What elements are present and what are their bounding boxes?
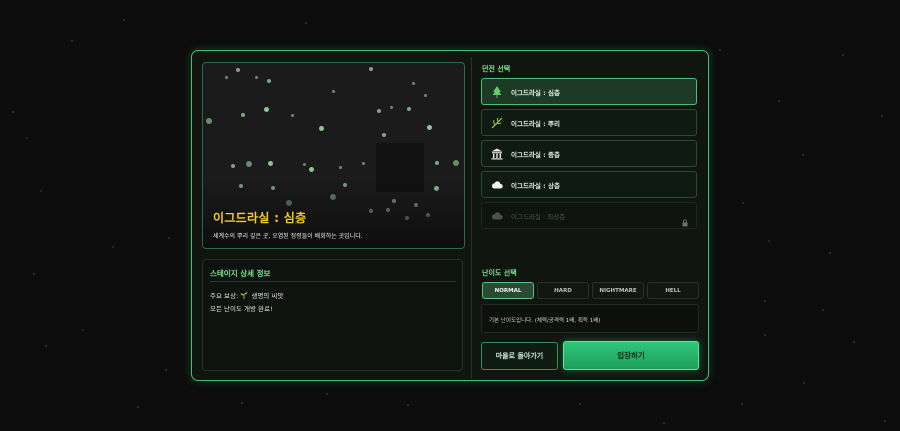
reward-line: 주요 보상: 생명의 씨앗 [210,290,283,301]
spore [241,113,245,117]
dungeon-item-label: 이그드라실 : 상층 [511,181,560,190]
difficulty-hard[interactable]: HARD [537,282,589,299]
difficulty-title: 난이도 선택 [482,269,517,277]
cloud-icon [491,179,503,191]
cloud-icon [491,210,503,222]
star [407,404,409,406]
dungeon-select-title: 던전 선택 [482,65,511,73]
star [741,403,743,405]
spore [224,75,228,79]
spore [302,162,306,166]
lock-icon [682,212,688,231]
spore [263,106,269,112]
star [778,100,780,102]
star [663,422,665,424]
reward-item: 생명의 씨앗 [251,292,284,300]
spore [236,68,240,72]
star [305,22,307,24]
spore [382,133,386,137]
star [742,202,744,204]
star [123,19,125,21]
enter-dungeon-button[interactable]: 입장하기 [563,341,699,370]
tree-icon [491,85,503,98]
spore [206,118,212,124]
spore [338,165,342,169]
star [71,40,73,42]
star [82,329,84,331]
dungeon-select-modal: 이그드라실 : 심층 세계수의 뿌리 깊은 곳, 오염된 정령들이 배회하는 곳… [191,50,709,381]
reward-label: 주요 보상: [210,292,239,300]
dungeon-item-upper[interactable]: 이그드라실 : 상층 [481,171,697,198]
spore [389,105,393,109]
star [803,382,805,384]
sprout-icon [240,291,249,301]
stage-note: 모든 난이도 개방 완료! [210,305,273,313]
spore [308,166,314,172]
star [26,137,28,139]
star [45,345,47,347]
spore [369,67,373,71]
spore [453,160,459,166]
star [853,341,855,343]
spore [290,113,294,117]
stage-detail-title: 스테이지 상세 정보 [210,269,271,278]
star [12,111,14,113]
spore [435,161,439,165]
spore [254,75,258,79]
spore [267,79,271,83]
dungeon-item-root[interactable]: 이그드라실 : 뿌리 [481,109,697,136]
spore [246,161,252,167]
stage-detail-separator [210,281,456,282]
difficulty-description: 기본 난이도입니다. (체력/공격력 1배, 획득 1배) [489,318,601,324]
star [822,309,824,311]
dungeon-item-label: 이그드라실 : 심층 [511,88,560,97]
star [829,252,831,254]
spore [361,161,365,165]
difficulty-description-box: 기본 난이도입니다. (체력/공격력 1배, 획득 1배) [481,304,699,333]
return-to-village-button[interactable]: 마을로 돌아가기 [481,342,558,370]
spore [231,164,235,168]
dungeon-item-label: 이그드라실 : 뿌리 [511,119,560,128]
star [33,273,35,275]
star [719,49,721,51]
star [764,300,766,302]
star [802,154,804,156]
dungeon-item-top-locked[interactable]: 이그드라실 : 최상층 [481,202,697,229]
dungeon-preview: 이그드라실 : 심층 세계수의 뿌리 깊은 곳, 오염된 정령들이 배회하는 곳… [202,62,465,249]
spore [318,125,324,131]
star [241,402,243,404]
star [764,334,766,336]
star [112,246,114,248]
temple-icon [491,148,503,160]
star [168,237,170,239]
root-icon [491,117,503,129]
dungeon-item-label: 이그드라실 : 중층 [511,150,560,159]
spore [331,89,335,93]
dungeon-item-label: 이그드라실 : 최상층 [511,212,566,221]
star [579,403,581,405]
dungeon-item-deep[interactable]: 이그드라실 : 심층 [481,78,697,105]
dungeon-title: 이그드라실 : 심층 [213,211,307,225]
spore [423,93,427,97]
star [326,393,328,395]
star [165,369,167,371]
spore [411,81,415,85]
star [137,406,139,408]
stage-detail-panel: 스테이지 상세 정보 주요 보상: 생명의 씨앗 모든 난이도 개방 완료! [202,259,463,371]
spore [426,124,432,130]
difficulty-normal[interactable]: NORMAL [482,282,534,299]
star [768,240,770,242]
spore [267,160,273,166]
spore [377,109,381,113]
star [881,115,883,117]
dungeon-item-middle[interactable]: 이그드라실 : 중층 [481,140,697,167]
dungeon-description: 세계수의 뿌리 깊은 곳, 오염된 정령들이 배회하는 곳입니다. [213,233,363,240]
star [842,54,844,56]
difficulty-hell[interactable]: HELL [647,282,699,299]
star [884,420,886,422]
star [40,190,42,192]
column-divider [471,57,472,379]
spore [407,107,411,111]
difficulty-nightmare[interactable]: NIGHTMARE [592,282,644,299]
